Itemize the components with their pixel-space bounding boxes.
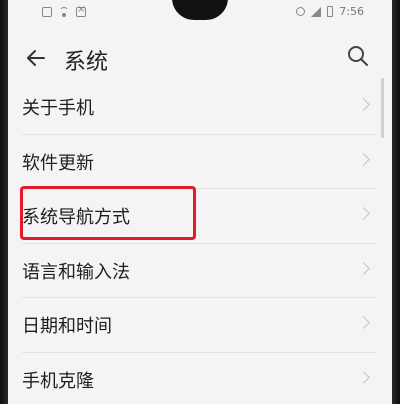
chevron-right-icon (357, 98, 370, 111)
notification-icon (76, 4, 86, 17)
list-item-about-phone[interactable]: 关于手机 (6, 80, 394, 135)
battery-icon (327, 6, 334, 17)
chevron-right-icon (357, 152, 370, 166)
list-item-label: 语言和输入法 (22, 261, 130, 283)
list-item-label: 关于手机 (22, 98, 94, 119)
status-time: 7:56 (339, 5, 364, 18)
list-item-label: 软件更新 (22, 152, 94, 174)
alarm-icon (296, 7, 306, 16)
list-item-date-time[interactable]: 日期和时间 (6, 298, 394, 353)
signal-icon (311, 6, 322, 17)
bezel-left (0, 0, 8, 404)
search-icon[interactable] (346, 44, 370, 68)
header: 系统 (6, 36, 394, 80)
wifi-icon (58, 7, 70, 17)
chevron-right-icon (357, 316, 370, 330)
list-item-software-update[interactable]: 软件更新 (6, 135, 394, 190)
list-item-language-input[interactable]: 语言和输入法 (6, 244, 394, 299)
highlight-box (20, 186, 196, 240)
chevron-right-icon (357, 261, 370, 275)
page-title: 系统 (64, 50, 109, 75)
chevron-right-icon (357, 371, 370, 384)
settings-list: 关于手机 软件更新 系统导航方式 语言和输入法 日期和时间 手机克隆 (6, 80, 394, 404)
list-item-phone-clone[interactable]: 手机克隆 (6, 353, 394, 404)
arrow-left-icon[interactable] (24, 46, 48, 70)
camera-notch (172, 0, 228, 20)
status-right-icons: 7:56 (296, 5, 364, 18)
status-bar: 7:56 (6, 0, 394, 30)
list-item-label: 手机克隆 (22, 370, 94, 392)
list-item-label: 日期和时间 (22, 316, 112, 338)
status-left-icons (42, 4, 86, 17)
bezel-right (392, 0, 400, 404)
chevron-right-icon (357, 207, 370, 221)
sim-icon (42, 7, 52, 17)
phone-screen: 7:56 系统 关于手机 软件更新 系统导航方式 语言和输入法 (6, 0, 394, 404)
